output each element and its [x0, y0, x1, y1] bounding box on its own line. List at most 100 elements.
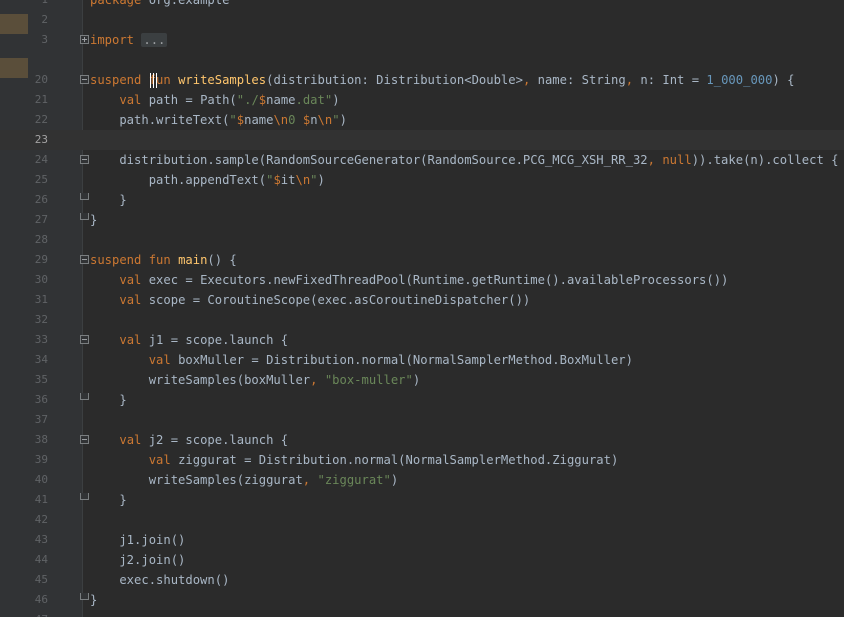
code-text[interactable]: val boxMuller = Distribution.normal(Norm… [90, 350, 633, 370]
code-line[interactable]: 39 val ziggurat = Distribution.normal(No… [0, 450, 844, 470]
code-token: j1 = scope.launch { [148, 333, 289, 347]
code-token: val [119, 93, 149, 107]
code-line[interactable]: 45 exec.shutdown() [0, 570, 844, 590]
code-text[interactable]: val j1 = scope.launch { [90, 330, 288, 350]
code-line[interactable]: 25 path.appendText("$it\n") [0, 170, 844, 190]
code-line[interactable]: 33 val j1 = scope.launch { [0, 330, 844, 350]
code-text[interactable]: exec.shutdown() [90, 570, 229, 590]
code-token: (distribution: Distribution<Double> [266, 73, 523, 87]
code-text[interactable]: val exec = Executors.newFixedThreadPool(… [90, 270, 728, 290]
code-token: main [178, 253, 208, 267]
collapse-fold-icon[interactable] [80, 193, 89, 200]
code-line[interactable]: 43 j1.join() [0, 530, 844, 550]
code-line[interactable]: 31 val scope = CoroutineScope(exec.asCor… [0, 290, 844, 310]
code-line[interactable]: 22 path.writeText("$name\n0 $n\n") [0, 110, 844, 130]
line-number: 30 [34, 273, 48, 286]
code-text[interactable]: val path = Path("./$name.dat") [90, 90, 339, 110]
code-text[interactable]: } [90, 490, 126, 510]
collapse-fold-icon[interactable] [80, 335, 89, 344]
code-line[interactable]: 47 [0, 610, 844, 617]
code-text[interactable]: distribution.sample(RandomSourceGenerato… [90, 150, 838, 170]
code-text[interactable]: } [90, 210, 97, 230]
code-line[interactable]: 1 package org.example [0, 0, 844, 10]
code-text[interactable]: val j2 = scope.launch { [90, 430, 288, 450]
code-token: exec = Executors.newFixedThreadPool(Runt… [148, 273, 729, 287]
code-token: \n [273, 113, 289, 127]
line-number: 32 [34, 313, 48, 326]
code-token: () { [207, 253, 237, 267]
code-token: } [90, 213, 98, 227]
code-text[interactable]: j1.join() [90, 530, 185, 550]
collapse-fold-icon[interactable] [80, 75, 89, 84]
code-text[interactable]: val ziggurat = Distribution.normal(Norma… [90, 450, 619, 470]
code-text[interactable]: suspend fun writeSamples(distribution: D… [90, 70, 794, 90]
line-number: 25 [34, 173, 48, 186]
code-line[interactable]: 2 [0, 10, 844, 30]
code-line[interactable]: 21 val path = Path("./$name.dat") [0, 90, 844, 110]
code-line[interactable]: 23 [0, 130, 844, 150]
code-token: suspend fun [90, 73, 179, 87]
folded-imports-placeholder[interactable]: ... [141, 33, 168, 47]
code-text[interactable]: } [90, 590, 97, 610]
code-token: val [119, 333, 149, 347]
code-token: name [266, 93, 296, 107]
code-line[interactable]: 36 } [0, 390, 844, 410]
code-token: path = Path( [148, 93, 237, 107]
code-text[interactable]: path.appendText("$it\n") [90, 170, 325, 190]
code-token: path.writeText( [90, 113, 230, 127]
code-line[interactable]: 3 import ... [0, 30, 844, 50]
code-line[interactable]: 37 [0, 410, 844, 430]
code-text[interactable]: package org.example [90, 0, 229, 10]
code-lines[interactable]: 1package org.example23import ...20suspen… [0, 0, 844, 617]
code-line[interactable]: 35 writeSamples(boxMuller, "box-muller") [0, 370, 844, 390]
code-line[interactable]: 44 j2.join() [0, 550, 844, 570]
line-number: 35 [34, 373, 48, 386]
collapse-fold-icon[interactable] [80, 213, 89, 220]
code-line[interactable]: 30 val exec = Executors.newFixedThreadPo… [0, 270, 844, 290]
code-token: null [662, 153, 692, 167]
code-token: " [310, 173, 318, 187]
code-line[interactable]: 24 distribution.sample(RandomSourceGener… [0, 150, 844, 170]
collapse-fold-icon[interactable] [80, 593, 89, 600]
code-line[interactable] [0, 50, 844, 70]
code-text[interactable]: } [90, 390, 126, 410]
code-token: writeSamples(boxMuller [90, 373, 311, 387]
code-line[interactable]: 27} [0, 210, 844, 230]
collapse-fold-icon[interactable] [80, 255, 89, 264]
code-text[interactable]: val scope = CoroutineScope(exec.asCorout… [90, 290, 530, 310]
code-text[interactable]: j2.join() [90, 550, 185, 570]
expand-fold-icon[interactable] [80, 35, 89, 44]
code-line[interactable]: 32 [0, 310, 844, 330]
collapse-fold-icon[interactable] [80, 435, 89, 444]
code-text[interactable]: } [90, 190, 126, 210]
code-line[interactable]: 41 } [0, 490, 844, 510]
collapse-fold-icon[interactable] [80, 493, 89, 500]
code-line[interactable]: 38 val j2 = scope.launch { [0, 430, 844, 450]
code-token: org.example [141, 0, 230, 7]
code-line[interactable]: 29 suspend fun main() { [0, 250, 844, 270]
code-token: , [302, 473, 318, 487]
code-text[interactable]: writeSamples(boxMuller, "box-muller") [90, 370, 421, 390]
code-line[interactable]: 20 suspend fun writeSamples(distribution:… [0, 70, 844, 90]
code-line[interactable]: 28 [0, 230, 844, 250]
collapse-fold-icon[interactable] [80, 393, 89, 400]
code-text[interactable]: path.writeText("$name\n0 $n\n") [90, 110, 347, 130]
code-text[interactable]: writeSamples(ziggurat, "ziggurat") [90, 470, 399, 490]
code-token: name [244, 113, 274, 127]
code-text[interactable]: suspend fun main() { [90, 250, 237, 270]
code-line[interactable]: 40 writeSamples(ziggurat, "ziggurat") [0, 470, 844, 490]
code-line[interactable]: 46} [0, 590, 844, 610]
code-token: import [90, 33, 135, 47]
code-line[interactable]: 34 val boxMuller = Distribution.normal(N… [0, 350, 844, 370]
collapse-fold-icon[interactable] [80, 155, 89, 164]
code-editor[interactable]: 1package org.example23import ...20suspen… [0, 0, 844, 617]
code-line[interactable]: 42 [0, 510, 844, 530]
code-text[interactable]: import ... [90, 30, 168, 50]
code-line[interactable]: 26 } [0, 190, 844, 210]
code-token: writeSamples [178, 73, 267, 87]
line-number: 21 [34, 93, 48, 106]
line-number: 28 [34, 233, 48, 246]
